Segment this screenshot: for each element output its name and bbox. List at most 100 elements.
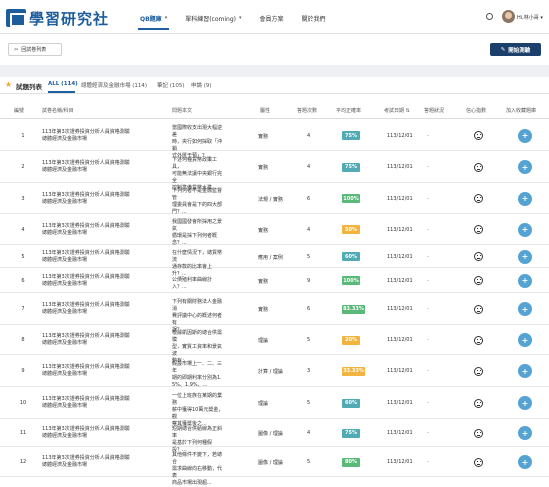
add-favorite-button[interactable]: + — [518, 160, 532, 174]
neutral-face-icon[interactable] — [474, 398, 483, 408]
row-number: 10 — [19, 400, 27, 406]
menu-item-qb[interactable]: QB題庫 ▾ — [137, 14, 170, 30]
date-header-label: 考試日期 — [384, 108, 405, 114]
plus-icon: + — [521, 194, 529, 203]
table-row: 6 113年第3次證券投資分析人員資格測驗 總體經濟及金融市場 公債殖利率曲線計入？.… — [0, 268, 549, 293]
neutral-face-icon[interactable] — [474, 162, 483, 172]
neutral-face-icon[interactable] — [474, 304, 483, 314]
row-number: 3 — [21, 195, 25, 202]
exam-name[interactable]: 113年第3次證券投資分析人員資格測驗 總體經濟及金融市場 — [42, 223, 130, 237]
add-favorite-button[interactable]: + — [518, 191, 532, 206]
exam-name[interactable]: 113年第3次證券投資分析人員資格測驗 總體經濟及金融市場 — [42, 192, 130, 206]
add-favorite-button[interactable]: + — [518, 396, 532, 410]
add-favorite-button[interactable]: + — [518, 426, 532, 440]
accuracy-badge: 33.33% — [342, 366, 365, 376]
logo-text: 學習研究社 — [29, 9, 110, 28]
neutral-face-icon[interactable] — [474, 457, 483, 467]
exam-subject: 總體經濟及金融市場 — [42, 256, 88, 263]
menu-item-single-subject[interactable]: 單科練習(coming) ▾ — [185, 14, 241, 23]
plus-icon: + — [521, 366, 529, 376]
neutral-face-icon[interactable] — [474, 252, 483, 261]
add-favorite-button[interactable]: + — [518, 222, 532, 237]
add-favorite-button[interactable]: + — [518, 128, 532, 143]
top-navbar: 學習研究社 QB題庫 ▾ 單科練習(coming) ▾ 會員方案 關於我們 Hi,林… — [0, 0, 549, 34]
exam-name[interactable]: 113年第3次證券投資分析人員資格測驗 總體經濟及金融市場 — [42, 160, 130, 174]
tab-all[interactable]: ALL (114) — [48, 81, 78, 87]
exam-name[interactable]: 113年第3次證券投資分析人員資格測驗 總體經濟及金融市場 — [42, 250, 130, 264]
question-excerpt[interactable]: 下列何者不是金融監督管 理委員會是下的四大部 門？... — [172, 188, 224, 216]
tab-notes[interactable]: 筆記 (105) — [157, 81, 185, 89]
menu-item-label: 關於我們 — [301, 15, 326, 23]
exam-name[interactable]: 113年第3次證券投資分析人員資格測驗 總體經濟及金融市場 — [42, 333, 130, 347]
start-test-button[interactable]: ✎ 開始測驗 — [490, 43, 541, 56]
add-favorite-button[interactable]: + — [518, 455, 532, 469]
add-favorite-button[interactable]: + — [518, 364, 532, 378]
menu-item-about[interactable]: 關於我們 — [302, 14, 326, 23]
exam-name[interactable]: 113年第3次證券投資分析人員資格測驗 總體經濟及金融市場 — [42, 274, 130, 288]
logo[interactable]: 學習研究社 — [6, 8, 109, 28]
row-number: 5 — [21, 253, 25, 260]
answer-status: - — [427, 164, 429, 170]
exam-date: 113/12/01 — [387, 277, 413, 284]
tab-macro-finance[interactable]: 總體經濟及金融市場 (114) — [81, 81, 147, 89]
user-menu[interactable]: Hi,林小哥 ▾ — [517, 14, 543, 21]
avatar[interactable] — [502, 10, 515, 23]
question-excerpt[interactable]: 假設市場上一、二、三年 期的即期利率分別為1. 5%、1.9%、... — [172, 361, 224, 389]
add-favorite-button[interactable]: + — [518, 302, 532, 316]
back-to-list-button[interactable]: ⇦ 回試卷列表 — [8, 43, 62, 56]
exam-name[interactable]: 113年第3次證券投資分析人員資格測驗 總體經濟及金融市場 — [42, 426, 130, 440]
col-header-count[interactable]: 答題次數 — [297, 107, 317, 114]
col-header-confidence: 信心指數 — [466, 108, 487, 114]
add-favorite-button[interactable]: + — [518, 273, 532, 288]
exam-name[interactable]: 113年第3次證券投資分析人員資格測驗 總體經濟及金融市場 — [42, 396, 130, 410]
back-button-label: 回試卷列表 — [21, 47, 47, 53]
col-header-add-favorite: 加入收藏題庫 — [506, 108, 537, 114]
neutral-face-icon[interactable] — [474, 276, 483, 285]
question-excerpt[interactable]: 我國國發會所採用之景氣 循環是採下列何者概 念？... — [172, 219, 224, 247]
exam-title: 113年第3次證券投資分析人員資格測驗 — [42, 128, 130, 135]
exam-name[interactable]: 113年第3次證券投資分析人員資格測驗 總體經濟及金融市場 — [42, 302, 130, 316]
attribute: 理論 — [258, 338, 269, 344]
question-line: 當國際收支出現大幅逆差 — [172, 125, 223, 138]
question-line: 下列何者不是金融監督管 — [172, 188, 223, 201]
pencil-icon: ✎ — [500, 46, 506, 53]
neutral-face-icon[interactable] — [474, 428, 483, 438]
answer-count: 9 — [307, 277, 311, 284]
neutral-face-icon[interactable] — [474, 225, 483, 234]
plus-icon: + — [521, 304, 529, 314]
attribute: 實務 — [258, 133, 269, 140]
accuracy-badge: 60% — [342, 252, 360, 261]
question-line: 公債殖利率曲線計入？... — [172, 277, 213, 290]
active-tab-indicator — [48, 91, 75, 93]
col-header-number: 編號 — [14, 108, 25, 114]
chevron-down-icon: ▾ — [164, 15, 168, 21]
exam-name[interactable]: 113年第3次證券投資分析人員資格測驗 總體經濟及金融市場 — [42, 129, 130, 143]
col-header-name: 試卷名稱/科目 — [42, 108, 74, 114]
exam-name[interactable]: 113年第3次證券投資分析人員資格測驗 總體經濟及金融市場 — [42, 455, 130, 469]
add-favorite-button[interactable]: + — [518, 333, 532, 347]
col-header-rate[interactable]: 平均正確率 — [336, 107, 361, 114]
exam-title: 113年第3次證券投資分析人員資格測驗 — [42, 222, 130, 229]
neutral-face-icon[interactable] — [474, 335, 483, 345]
menu-item-membership[interactable]: 會員方案 — [260, 14, 284, 23]
tab-essay[interactable]: 申論 (9) — [191, 81, 212, 89]
question-line: 一位上班族在某期的業務 — [172, 392, 223, 406]
add-favorite-button[interactable]: + — [518, 249, 532, 264]
exam-date: 113/12/01 — [387, 337, 413, 343]
neutral-face-icon[interactable] — [474, 366, 483, 376]
exam-name[interactable]: 113年第3次證券投資分析人員資格測驗 總體經濟及金融市場 — [42, 364, 130, 378]
question-excerpt[interactable]: 公債殖利率曲線計入？... — [172, 277, 224, 291]
gear-icon[interactable] — [486, 13, 493, 20]
col-header-date[interactable]: 考試日期 ⇅ — [384, 107, 410, 114]
table-row: 7 113年第3次證券投資分析人員資格測驗 總體經濟及金融市場 下列有關財務法人金融消… — [0, 293, 549, 333]
answer-count: 5 — [307, 459, 311, 465]
answer-status: - — [427, 195, 429, 202]
menu-item-label: 單科練習(coming) — [185, 15, 236, 23]
exam-date: 113/12/01 — [387, 164, 413, 170]
table-row: 8 113年第3次證券投資分析人員資格測驗 總體經濟及金融市場 根據凱因斯的總合供需模… — [0, 325, 549, 364]
table-row: 9 113年第3次證券投資分析人員資格測驗 總體經濟及金融市場 假設市場上一、二、三年… — [0, 355, 549, 389]
neutral-face-icon[interactable] — [474, 194, 483, 203]
question-excerpt[interactable]: 其他條件不變下，若總合 需求曲線向右移動，代表 商品市場出現超... — [172, 452, 224, 487]
exam-title: 113年第3次證券投資分析人員資格測驗 — [42, 364, 130, 370]
neutral-face-icon[interactable] — [474, 131, 483, 140]
